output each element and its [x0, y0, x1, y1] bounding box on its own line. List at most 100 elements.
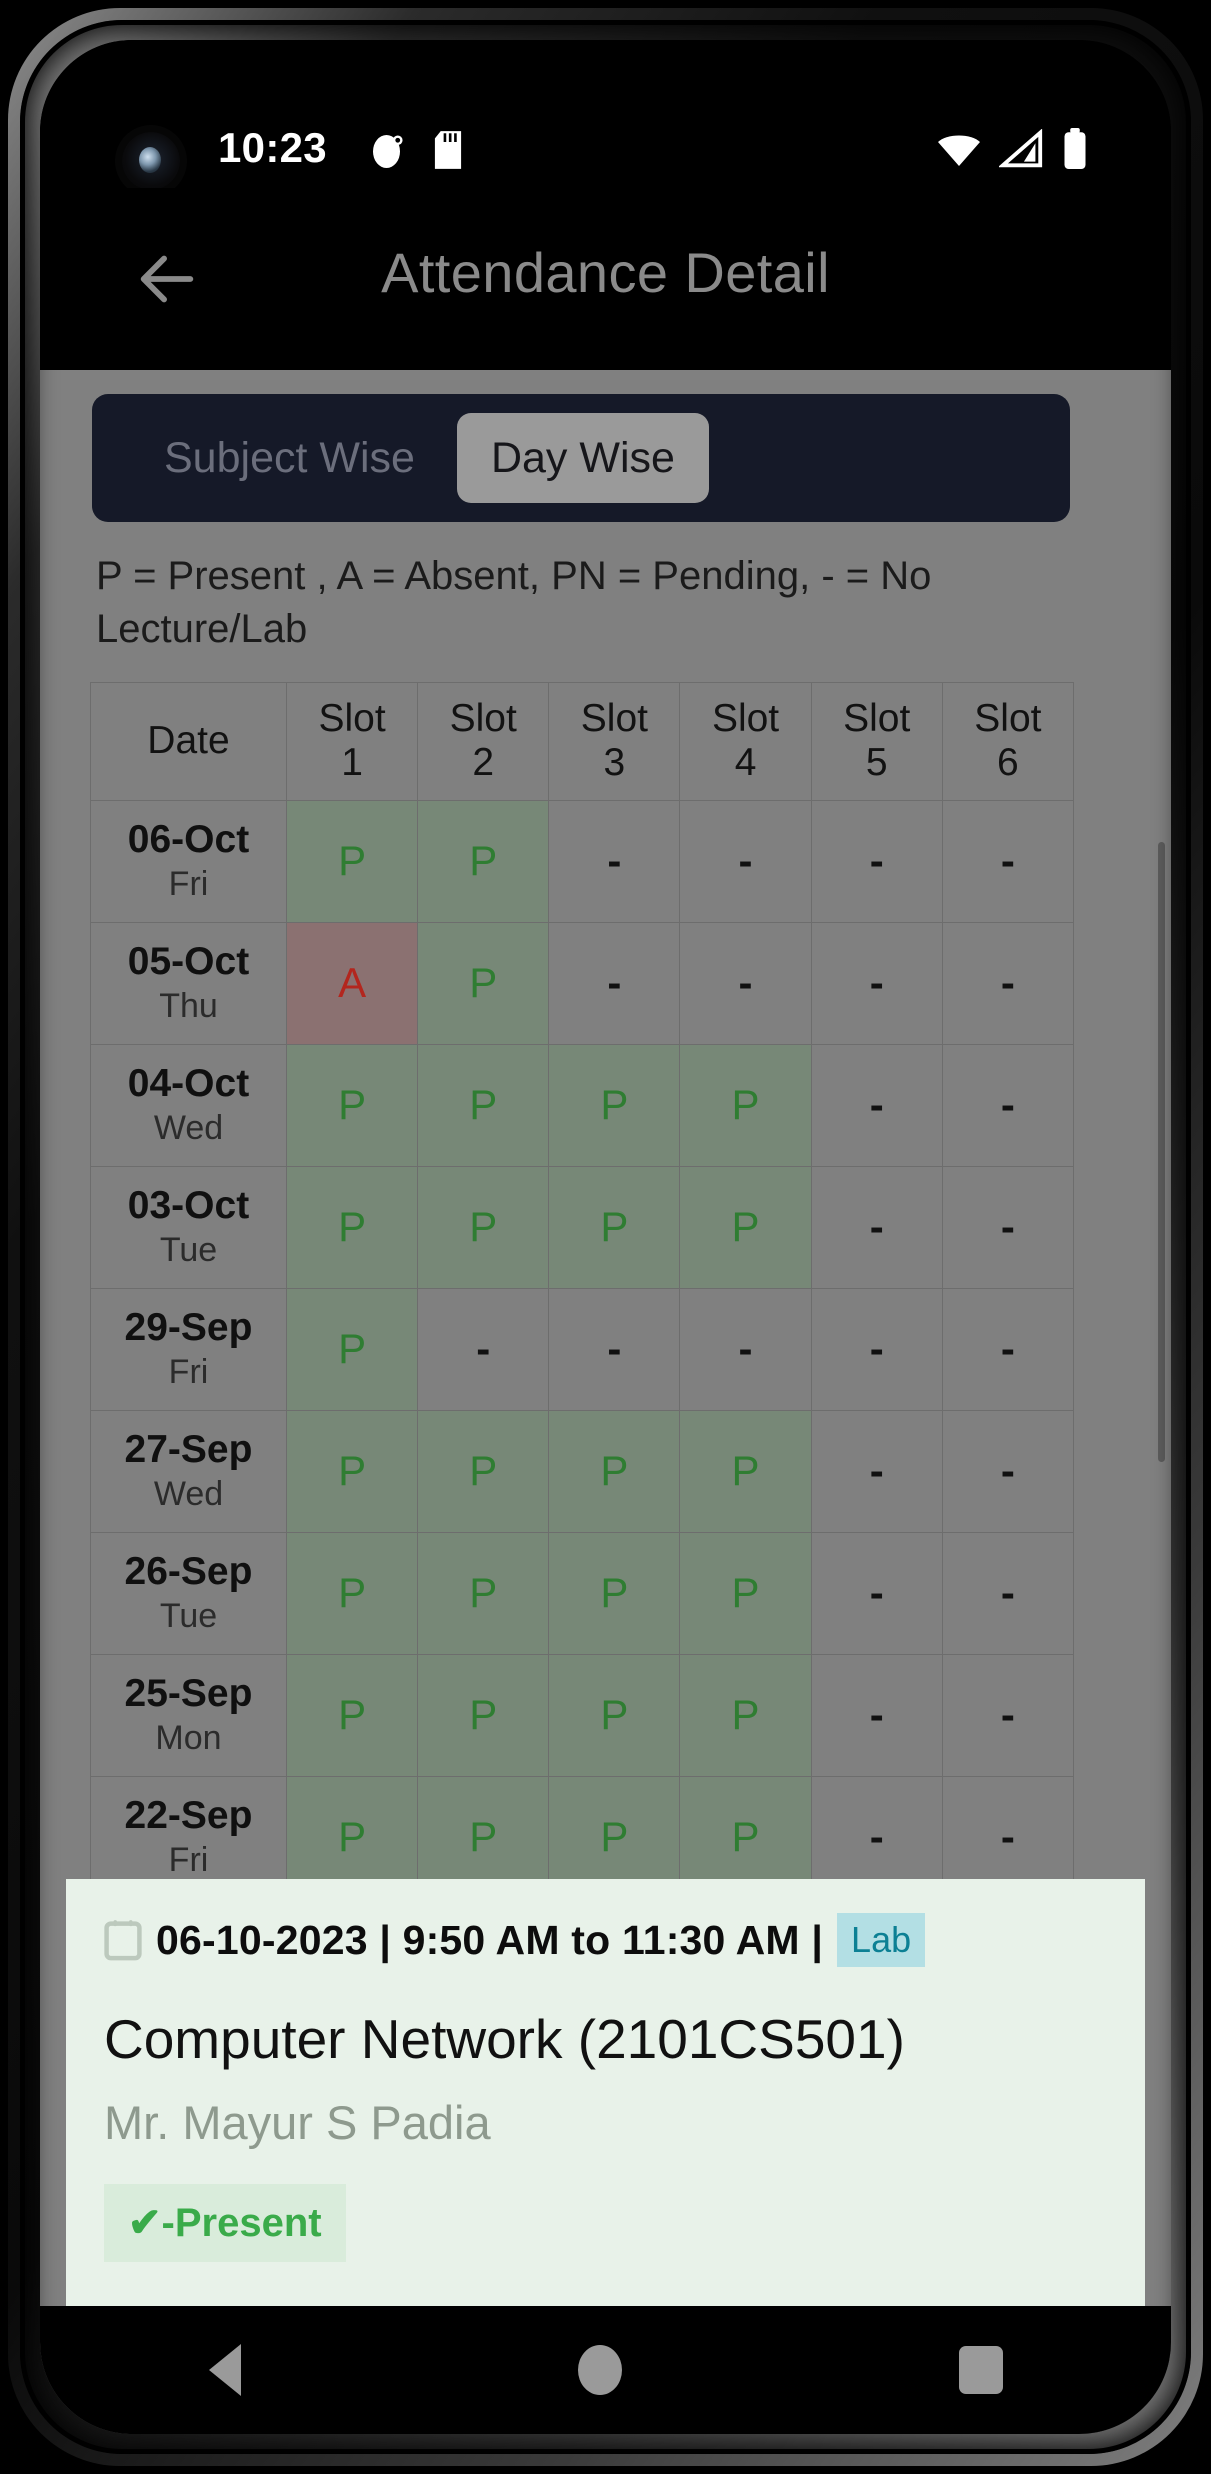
cell-slot-2[interactable]: P	[417, 1409, 550, 1533]
cell-date: 25-Sep Mon	[90, 1653, 287, 1777]
cell-slot-6[interactable]: -	[941, 1043, 1075, 1167]
cell-slot-2[interactable]: P	[417, 1043, 550, 1167]
status-bar: 10:23	[40, 40, 1171, 190]
cell-slot-5[interactable]: -	[810, 1287, 943, 1411]
cell-slot-6[interactable]: -	[941, 1653, 1075, 1777]
cell-slot-3[interactable]: P	[548, 1043, 681, 1167]
status-bar-system-icons	[935, 128, 1089, 170]
phone-screen: 10:23 Attendance Detail Subject Wise Day…	[40, 40, 1171, 2434]
table-header-row: Date Slot 1 Slot 2 Slot 3 Slot 4 Slot 5 Slot 6	[90, 681, 1075, 801]
weekday-value: Tue	[159, 1596, 218, 1635]
date-value: 06-Oct	[127, 817, 250, 861]
table-row[interactable]: 05-Oct Thu A P - - - -	[90, 921, 1075, 1045]
cell-slot-5[interactable]: -	[810, 1531, 943, 1655]
weekday-value: Wed	[153, 1474, 224, 1513]
cell-date: 03-Oct Tue	[90, 1165, 287, 1289]
cell-slot-3[interactable]: P	[548, 1653, 681, 1777]
date-value: 27-Sep	[124, 1427, 253, 1471]
lecture-datetime: 06-10-2023 | 9:50 AM to 11:30 AM |	[156, 1916, 824, 1963]
cell-slot-4[interactable]: -	[679, 1287, 812, 1411]
cell-slot-1[interactable]: P	[285, 1531, 419, 1655]
cell-slot-3[interactable]: -	[548, 921, 681, 1045]
cell-slot-4[interactable]: P	[679, 1409, 812, 1533]
cell-slot-4[interactable]: P	[679, 1165, 812, 1289]
attendance-content-inner: Subject Wise Day Wise P = Present , A = …	[66, 370, 1096, 2021]
sd-card-icon	[434, 131, 462, 169]
column-header-slot-3: Slot 3	[548, 681, 681, 801]
table-row[interactable]: 06-Oct Fri P P - - - -	[90, 799, 1075, 923]
cell-slot-2[interactable]: -	[417, 1287, 550, 1411]
cell-slot-2[interactable]: P	[417, 799, 550, 923]
page-title: Attendance Detail	[381, 241, 830, 304]
view-mode-toggle[interactable]: Subject Wise Day Wise	[92, 394, 1070, 522]
cell-slot-1[interactable]: A	[285, 921, 419, 1045]
cell-slot-3[interactable]: -	[548, 1287, 681, 1411]
cell-date: 05-Oct Thu	[90, 921, 287, 1045]
tab-day-wise[interactable]: Day Wise	[456, 413, 709, 503]
cell-slot-6[interactable]: -	[941, 799, 1075, 923]
cell-slot-6[interactable]: -	[941, 1409, 1075, 1533]
cell-slot-2[interactable]: P	[417, 1165, 550, 1289]
app-bar: Attendance Detail	[40, 188, 1171, 370]
cell-slot-6[interactable]: -	[941, 921, 1075, 1045]
cell-slot-5[interactable]: -	[810, 921, 943, 1045]
cell-slot-5[interactable]: -	[810, 1409, 943, 1533]
cell-slot-4[interactable]: P	[679, 1043, 812, 1167]
attendance-table: Date Slot 1 Slot 2 Slot 3 Slot 4 Slot 5 Slot 6 06-Oc…	[90, 681, 1075, 2021]
alarm-clock-icon	[373, 135, 403, 168]
date-value: 04-Oct	[127, 1061, 250, 1105]
date-value: 29-Sep	[124, 1305, 253, 1349]
weekday-value: Mon	[155, 1718, 222, 1757]
recents-nav-icon[interactable]	[958, 2346, 1003, 2394]
date-value: 26-Sep	[124, 1549, 253, 1593]
cell-slot-1[interactable]: P	[285, 1287, 419, 1411]
cell-slot-6[interactable]: -	[941, 1531, 1075, 1655]
table-scrollbar[interactable]	[1158, 842, 1165, 1462]
cell-date: 06-Oct Fri	[90, 799, 287, 923]
cell-date: 26-Sep Tue	[90, 1531, 287, 1655]
cell-slot-1[interactable]: P	[285, 1409, 419, 1533]
cell-slot-1[interactable]: P	[285, 1043, 419, 1167]
table-row[interactable]: 03-Oct Tue P P P P - -	[90, 1165, 1075, 1289]
table-row[interactable]: 29-Sep Fri P - - - - -	[90, 1287, 1075, 1411]
cell-slot-6[interactable]: -	[941, 1165, 1075, 1289]
cell-slot-3[interactable]: P	[548, 1409, 681, 1533]
cell-slot-4[interactable]: -	[679, 921, 812, 1045]
cell-date: 04-Oct Wed	[90, 1043, 287, 1167]
home-nav-icon[interactable]	[577, 2345, 622, 2395]
cell-slot-5[interactable]: -	[810, 1043, 943, 1167]
cell-date: 29-Sep Fri	[90, 1287, 287, 1411]
cell-slot-4[interactable]: P	[679, 1653, 812, 1777]
cell-slot-1[interactable]: P	[285, 1165, 419, 1289]
weekday-value: Fri	[168, 864, 209, 903]
lecture-detail-bottom-sheet: 06-10-2023 | 9:50 AM to 11:30 AM | Lab C…	[66, 1879, 1145, 2306]
table-row[interactable]: 27-Sep Wed P P P P - -	[90, 1409, 1075, 1533]
cell-slot-5[interactable]: -	[810, 1165, 943, 1289]
android-navigation-bar	[40, 2306, 1171, 2434]
cell-date: 27-Sep Wed	[90, 1409, 287, 1533]
status-bar-clock: 10:23	[218, 124, 327, 171]
cell-slot-3[interactable]: P	[548, 1531, 681, 1655]
front-camera-punch-hole	[122, 132, 180, 190]
table-row[interactable]: 04-Oct Wed P P P P - -	[90, 1043, 1075, 1167]
cell-slot-4[interactable]: P	[679, 1531, 812, 1655]
cell-slot-5[interactable]: -	[810, 1653, 943, 1777]
cell-slot-3[interactable]: P	[548, 1165, 681, 1289]
cell-slot-3[interactable]: -	[548, 799, 681, 923]
date-value: 25-Sep	[124, 1671, 253, 1715]
weekday-value: Fri	[168, 1840, 209, 1879]
cell-slot-1[interactable]: P	[285, 799, 419, 923]
cell-slot-1[interactable]: P	[285, 1653, 419, 1777]
table-row[interactable]: 26-Sep Tue P P P P - -	[90, 1531, 1075, 1655]
cell-slot-6[interactable]: -	[941, 1287, 1075, 1411]
cell-slot-5[interactable]: -	[810, 799, 943, 923]
cell-slot-2[interactable]: P	[417, 1531, 550, 1655]
cell-slot-2[interactable]: P	[417, 921, 550, 1045]
cell-slot-4[interactable]: -	[679, 799, 812, 923]
tab-subject-wise[interactable]: Subject Wise	[122, 394, 457, 522]
date-value: 03-Oct	[127, 1183, 250, 1227]
lecture-faculty: Mr. Mayur S Padia	[104, 2096, 491, 2149]
cell-slot-2[interactable]: P	[417, 1653, 550, 1777]
table-row[interactable]: 25-Sep Mon P P P P - -	[90, 1653, 1075, 1777]
back-nav-icon[interactable]	[208, 2344, 241, 2396]
